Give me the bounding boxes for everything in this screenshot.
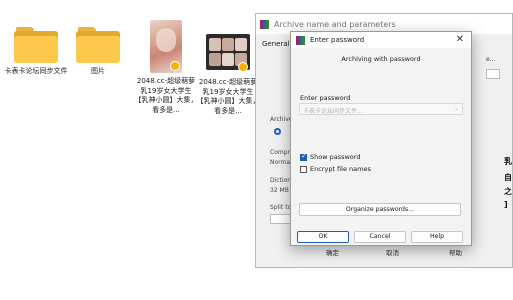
cancel-button[interactable]: Cancel — [354, 231, 406, 243]
folder-icon — [14, 27, 58, 63]
media-badge-icon — [238, 62, 248, 72]
side-text: ] — [504, 200, 508, 209]
encrypt-file-names-label[interactable]: Encrypt file names — [310, 165, 371, 173]
video-thumbnail — [206, 30, 250, 74]
side-text: 乳 — [504, 157, 512, 166]
split-volume-field[interactable] — [270, 214, 292, 224]
archive-name-field-edge[interactable] — [486, 69, 500, 79]
archive-window-title: Archive name and parameters — [274, 19, 396, 29]
winrar-icon — [296, 35, 305, 45]
ok-button[interactable]: OK — [297, 231, 349, 243]
folder-icon — [76, 27, 120, 63]
help-button[interactable]: Help — [411, 231, 463, 243]
chevron-down-icon[interactable]: ⌄ — [454, 105, 459, 112]
video-thumbnail — [150, 20, 182, 73]
password-input[interactable]: 卡表卡论坛同步文件... ⌄ — [299, 103, 463, 115]
browse-button[interactable]: e... — [486, 56, 495, 63]
password-dialog-title: Enter password — [310, 36, 365, 44]
dialog-heading: Archiving with password — [341, 55, 421, 63]
file-label: 2048.cc-超级萌萝乳19岁女大学生【乳神小圆】大集，看多是... — [196, 78, 260, 115]
archive-help-button[interactable]: 帮助 — [449, 247, 462, 257]
show-password-label[interactable]: Show password — [310, 153, 360, 161]
show-password-checkbox[interactable] — [300, 152, 307, 161]
password-dialog-titlebar[interactable]: Enter password ✕ — [291, 32, 471, 48]
dictionary-value[interactable]: 32 MB — [270, 187, 289, 194]
format-radio-rar[interactable] — [274, 128, 281, 135]
media-badge-icon — [170, 61, 180, 71]
file-label: 卡表卡论坛同步文件 — [4, 67, 68, 75]
archive-cancel-button[interactable]: 取消 — [386, 247, 399, 257]
desktop-item-folder[interactable]: 图片 — [66, 27, 130, 77]
archive-ok-button[interactable]: 确定 — [326, 247, 339, 257]
desktop-item-video[interactable]: 2048.cc-超级萌萝乳19岁女大学生【乳神小圆】大集，看多是... — [196, 30, 260, 116]
enter-password-dialog: Enter password ✕ Archiving with password… — [290, 31, 472, 246]
side-text: 自 — [504, 173, 512, 182]
enter-password-label: Enter password — [300, 94, 351, 102]
split-label: Split to — [270, 204, 292, 211]
file-label: 图片 — [91, 67, 105, 75]
organize-passwords-button[interactable]: Organize passwords... — [299, 203, 461, 216]
file-label: 2048.cc-超级萌萝乳19岁女大学生【乳神小圆】大集，看多是... — [134, 77, 198, 114]
password-input-value: 卡表卡论坛同步文件... — [303, 108, 363, 115]
desktop-item-video[interactable]: 2048.cc-超级萌萝乳19岁女大学生【乳神小圆】大集，看多是... — [134, 20, 198, 115]
winrar-icon — [260, 19, 269, 29]
compression-value[interactable]: Normal — [270, 159, 292, 166]
desktop-item-folder[interactable]: 卡表卡论坛同步文件 — [4, 27, 68, 77]
tab-general[interactable]: General — [262, 40, 290, 48]
close-icon[interactable]: ✕ — [456, 34, 464, 46]
side-text: 之 — [504, 187, 512, 196]
encrypt-file-names-checkbox[interactable] — [300, 166, 307, 173]
